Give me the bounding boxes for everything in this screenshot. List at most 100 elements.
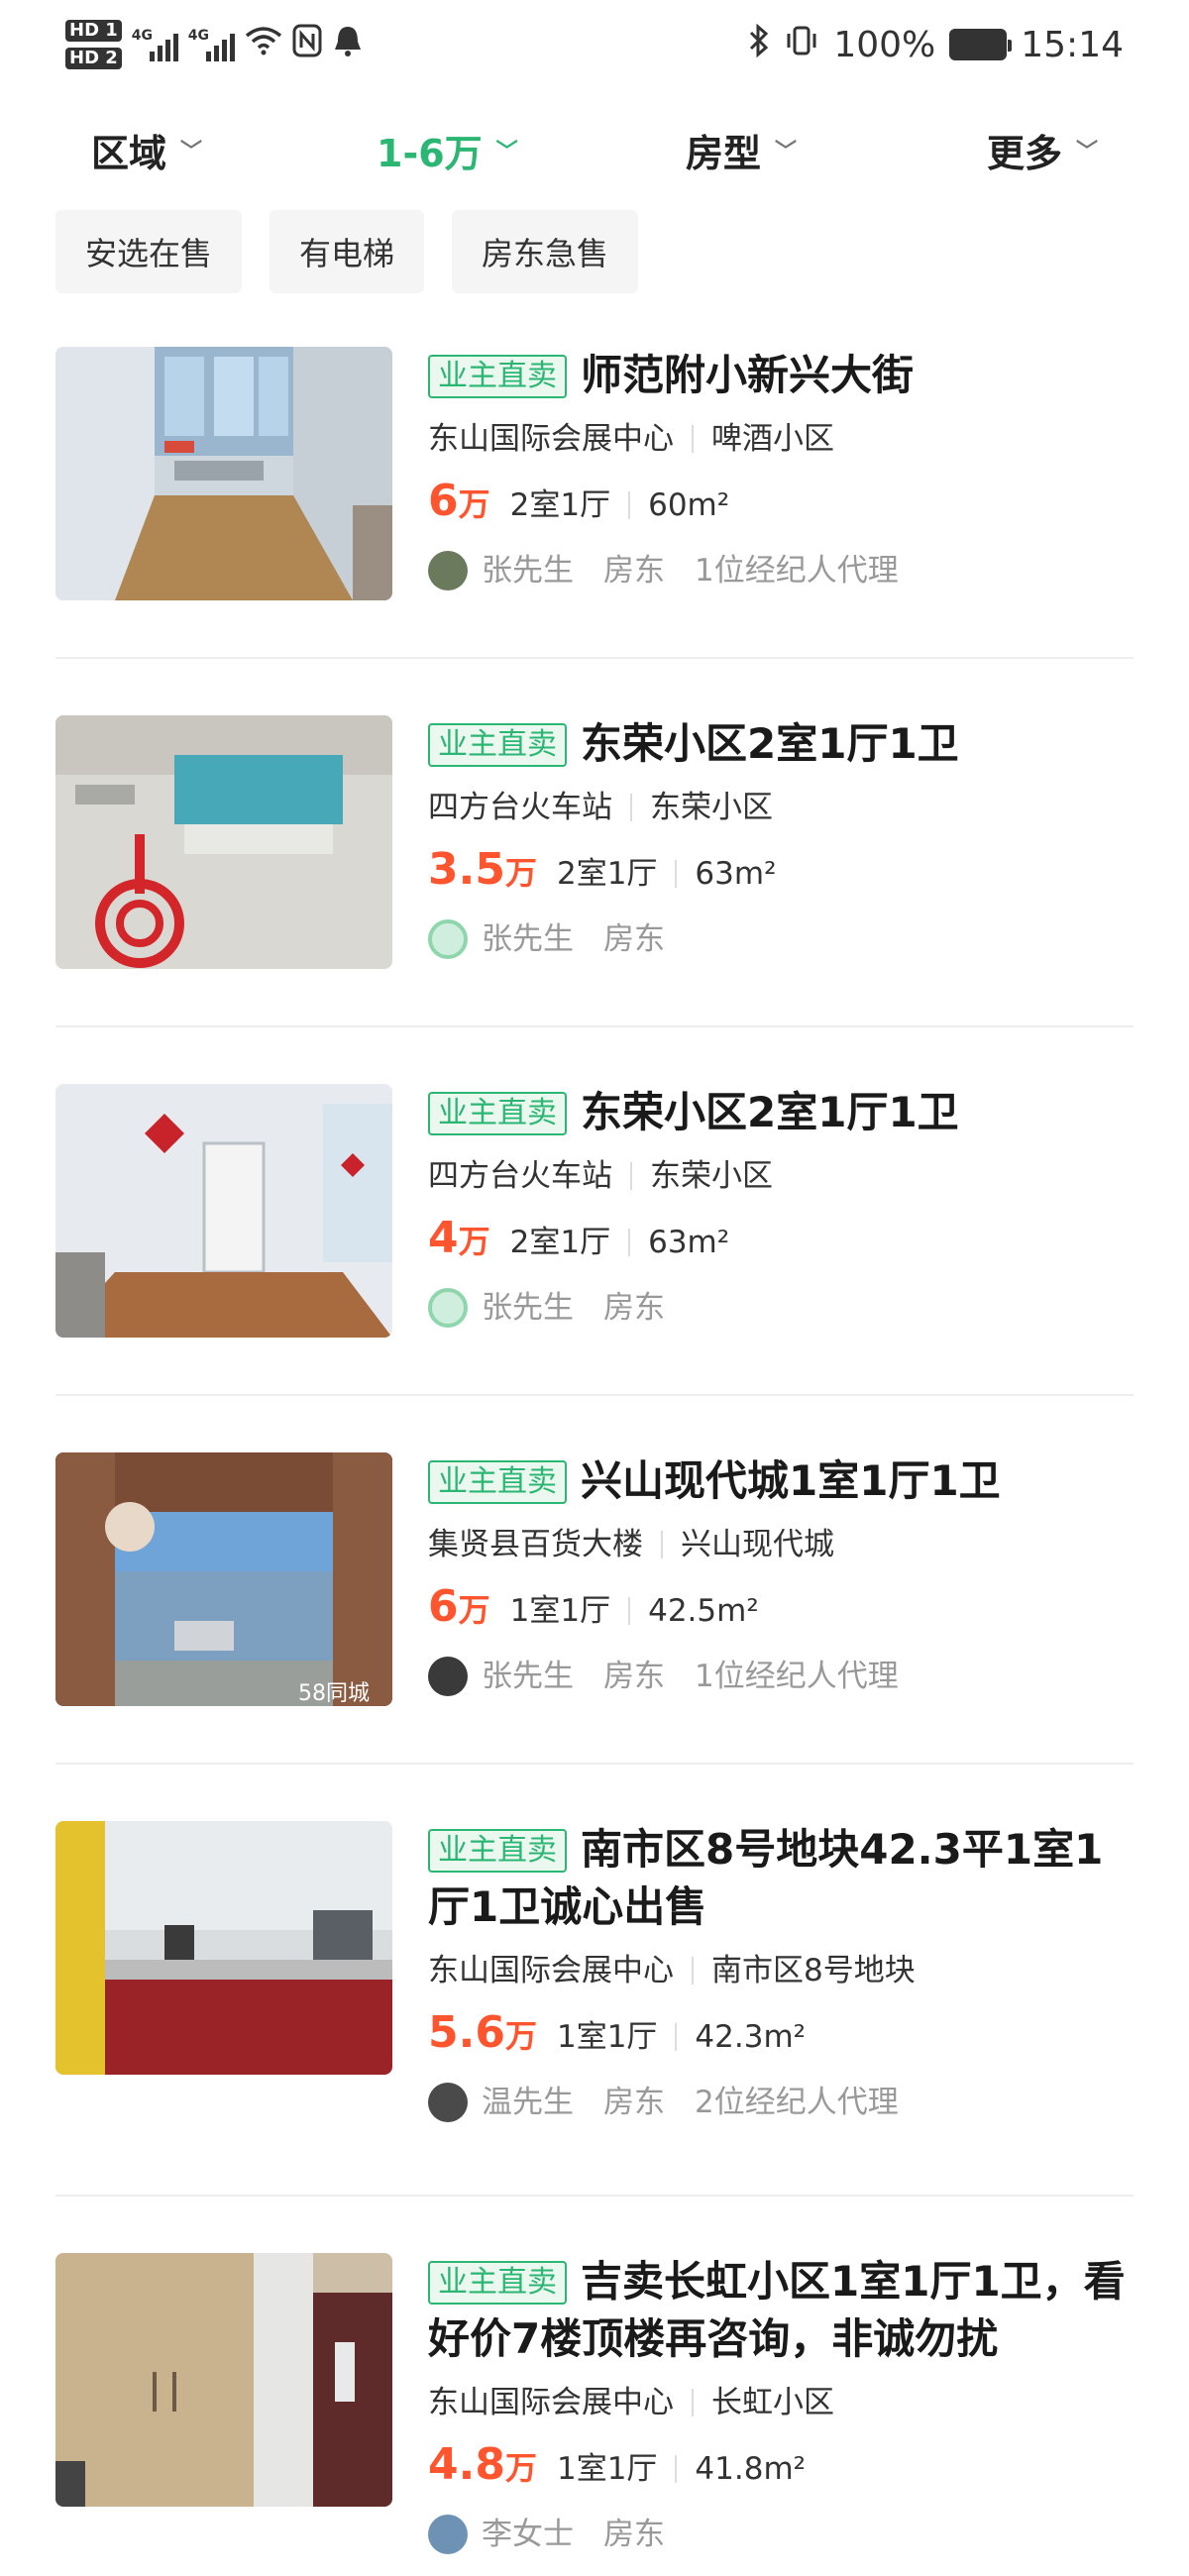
listing-photo: 58同城 <box>55 1452 392 1706</box>
tag-elevator[interactable]: 有电梯 <box>270 210 425 293</box>
owner-direct-badge: 业主直卖 <box>428 1460 567 1504</box>
listing-size: 63m² <box>695 856 777 892</box>
status-bar: HD 1 HD 2 4G 4G 100% 15:14 <box>0 0 1189 89</box>
listing-price: 3.5万 <box>428 844 537 895</box>
agent-role: 房东 <box>603 2517 665 2552</box>
divider <box>55 1394 1134 1396</box>
status-left: HD 1 HD 2 4G 4G <box>65 12 364 77</box>
agent-name: 李女士 <box>482 2517 574 2552</box>
avatar <box>428 1288 468 1328</box>
listing-price: 6万 <box>428 1581 490 1632</box>
agent-role: 房东 <box>603 1659 665 1694</box>
hd2-badge: HD 2 <box>65 48 122 69</box>
listing-size: 63m² <box>648 1225 730 1260</box>
listing-title: 师范附小新兴大街 <box>581 351 915 399</box>
tag-safe-selection[interactable]: 安选在售 <box>55 210 243 293</box>
listing-photo <box>55 1084 392 1338</box>
listing-community: 啤酒小区 <box>711 421 834 457</box>
filter-more[interactable]: 更多 ﹀ <box>987 114 1098 185</box>
avatar <box>428 551 468 590</box>
filter-region-label: 区域 <box>91 131 167 175</box>
listing-area: 四方台火车站 <box>428 1158 612 1194</box>
tag-urgent-sale[interactable]: 房东急售 <box>452 210 639 293</box>
agent-name: 温先生 <box>482 2085 574 2120</box>
listing-area: 四方台火车站 <box>428 790 612 825</box>
listing-card[interactable]: 58同城 业主直卖 兴山现代城1室1厅1卫 集贤县百货大楼 兴山现代城 6万 1室1厅… <box>55 1452 1134 1710</box>
listing-title: 东荣小区2室1厅1卫 <box>581 1088 959 1136</box>
notification-bell-icon <box>332 24 364 66</box>
battery-icon <box>949 29 1013 60</box>
status-right: 100% 15:14 <box>748 18 1124 71</box>
listing-card[interactable]: 业主直卖 吉卖长虹小区1室1厅1卫，看好价7楼顶楼再咨询，非诚勿扰 东山国际会展中… <box>55 2253 1134 2576</box>
vibrate-icon <box>784 25 819 65</box>
listing-photo <box>55 715 392 969</box>
filter-price-label: 1-6万 <box>377 131 483 175</box>
avatar <box>428 2083 468 2122</box>
owner-direct-badge: 业主直卖 <box>428 2261 567 2305</box>
listing-area: 集贤县百货大楼 <box>428 1527 643 1562</box>
clock: 15:14 <box>1021 24 1124 65</box>
listing-card[interactable]: 业主直卖 东荣小区2室1厅1卫 四方台火车站 东荣小区 4万 2室1厅 63m² 张先生… <box>55 1084 1134 1342</box>
agent-name: 张先生 <box>482 553 574 589</box>
divider <box>55 1763 1134 1765</box>
filter-room-type-label: 房型 <box>686 131 762 175</box>
listing-photo <box>55 347 392 600</box>
owner-direct-badge: 业主直卖 <box>428 355 567 398</box>
avatar <box>428 2515 468 2554</box>
listing-size: 41.8m² <box>695 2451 807 2487</box>
divider <box>55 2195 1134 2197</box>
listing-layout: 1室1厅 <box>556 2019 658 2055</box>
battery-percent: 100% <box>833 24 936 65</box>
avatar <box>428 919 468 959</box>
listing-area: 东山国际会展中心 <box>428 421 674 457</box>
bluetooth-icon <box>748 23 770 66</box>
listing-card[interactable]: 业主直卖 师范附小新兴大街 东山国际会展中心 啤酒小区 6万 2室1厅 60m² 张先生… <box>55 347 1134 604</box>
nfc-icon <box>292 24 322 66</box>
listing-title: 兴山现代城1室1厅1卫 <box>581 1456 1001 1505</box>
agent-proxy: 1位经纪人代理 <box>695 1659 899 1694</box>
filter-room-type[interactable]: 房型 ﹀ <box>686 114 797 185</box>
listing-title: 东荣小区2室1厅1卫 <box>581 719 959 768</box>
listing-community: 南市区8号地块 <box>711 1953 916 1988</box>
agent-role: 房东 <box>603 1290 665 1326</box>
listing-layout: 2室1厅 <box>509 1225 611 1260</box>
quick-tags: 安选在售 有电梯 房东急售 <box>55 210 639 293</box>
hd1-badge: HD 1 <box>65 20 122 42</box>
divider <box>55 657 1134 659</box>
listing-photo <box>55 2253 392 2507</box>
listing-size: 42.5m² <box>648 1593 759 1629</box>
agent-name: 张先生 <box>482 1659 574 1694</box>
listing-size: 42.3m² <box>695 2019 807 2055</box>
chevron-down-icon: ﹀ <box>495 140 518 164</box>
avatar <box>428 1657 468 1696</box>
agent-proxy: 2位经纪人代理 <box>695 2085 899 2120</box>
agent-name: 张先生 <box>482 921 574 957</box>
listing-photo <box>55 1821 392 2075</box>
watermark: 58同城 <box>298 1681 370 1706</box>
agent-name: 张先生 <box>482 1290 574 1326</box>
listing-layout: 1室1厅 <box>509 1593 611 1629</box>
listing-community: 东荣小区 <box>650 790 773 825</box>
listing-price: 4.8万 <box>428 2439 537 2490</box>
chevron-down-icon: ﹀ <box>775 140 798 164</box>
filter-region[interactable]: 区域 ﹀ <box>91 114 202 185</box>
listing-size: 60m² <box>648 487 730 523</box>
listing-layout: 2室1厅 <box>509 487 611 523</box>
filter-price[interactable]: 1-6万 ﹀ <box>377 114 518 185</box>
listing-card[interactable]: 业主直卖 东荣小区2室1厅1卫 四方台火车站 东荣小区 3.5万 2室1厅 63m² 张… <box>55 715 1134 973</box>
signal-icon-1: 4G <box>132 28 178 61</box>
wifi-icon <box>245 25 282 64</box>
filter-bar: 区域 ﹀ 1-6万 ﹀ 房型 ﹀ 更多 ﹀ <box>0 114 1189 185</box>
listing-layout: 2室1厅 <box>556 856 658 892</box>
listing-area: 东山国际会展中心 <box>428 2385 674 2420</box>
agent-role: 房东 <box>603 2085 665 2120</box>
owner-direct-badge: 业主直卖 <box>428 1829 567 1873</box>
listing-community: 东荣小区 <box>650 1158 773 1194</box>
listing-price: 6万 <box>428 476 490 526</box>
listing-area: 东山国际会展中心 <box>428 1953 674 1988</box>
divider <box>55 1025 1134 1027</box>
chevron-down-icon: ﹀ <box>1076 140 1099 164</box>
listing-community: 长虹小区 <box>711 2385 834 2420</box>
listing-card[interactable]: 业主直卖 南市区8号地块42.3平1室1厅1卫诚心出售 东山国际会展中心 南市区8号… <box>55 1821 1134 2198</box>
listing-community: 兴山现代城 <box>681 1527 834 1562</box>
